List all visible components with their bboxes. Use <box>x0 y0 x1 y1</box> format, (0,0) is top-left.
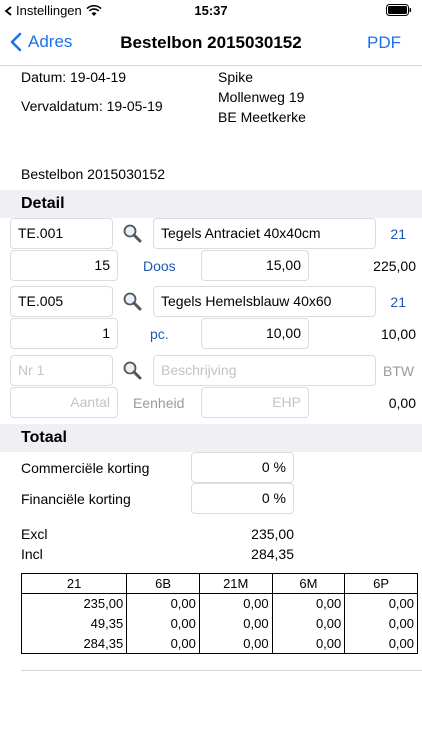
datum: Datum: 19-04-19 <box>21 69 127 85</box>
vat-cell: 0,00 <box>271 613 346 634</box>
commercial-discount-label: Commerciële korting <box>21 460 150 476</box>
vat-header-cell: 6P <box>344 573 418 594</box>
address-city: BE Meetkerke <box>218 109 306 125</box>
vervaldatum: Vervaldatum: 19-05-19 <box>21 98 163 114</box>
vat-cell: 0,00 <box>344 613 418 634</box>
incl-label: Incl <box>21 546 43 562</box>
vat-row-incl: 284,35 0,00 0,00 0,00 0,00 <box>20 633 418 654</box>
line2-unit[interactable]: pc. <box>150 326 169 342</box>
vat-cell: 0,00 <box>344 593 418 614</box>
vat-row-excl: 235,00 0,00 0,00 0,00 0,00 <box>20 593 418 614</box>
vat-cell: 0,00 <box>198 593 273 614</box>
line1-unit[interactable]: Doos <box>143 258 176 274</box>
vat-cell: 235,00 <box>20 593 128 614</box>
line1-quantity-field[interactable]: 15 <box>10 250 118 281</box>
pdf-button[interactable]: PDF <box>367 33 401 53</box>
status-right <box>386 4 412 16</box>
commercial-discount-field[interactable]: 0 % <box>191 452 294 483</box>
vat-table: 21 6B 21M 6M 6P 235,00 0,00 0,00 0,00 0,… <box>20 573 418 654</box>
financial-discount-label: Financiële korting <box>21 491 131 507</box>
vat-cell: 0,00 <box>271 633 346 654</box>
line2-description-field[interactable]: Tegels Hemelsblauw 40x60 <box>153 286 376 317</box>
vat-header-cell: 21M <box>198 573 273 594</box>
incl-value: 284,35 <box>251 546 294 562</box>
line2-quantity-field[interactable]: 1 <box>10 318 118 349</box>
vat-header-cell: 6B <box>126 573 200 594</box>
new-line-price-field[interactable]: EHP <box>201 387 309 418</box>
bottom-divider <box>21 670 422 671</box>
status-time: 15:37 <box>194 3 228 18</box>
new-line-search-icon[interactable] <box>122 360 142 380</box>
line1-code-field[interactable]: TE.001 <box>10 218 113 249</box>
vat-cell: 49,35 <box>20 613 128 634</box>
navigation-bar: Adres Bestelbon 2015030152 PDF <box>0 22 422 66</box>
vat-row-tax: 49,35 0,00 0,00 0,00 0,00 <box>20 613 418 634</box>
line1-search-icon[interactable] <box>122 223 142 243</box>
vat-header-cell: 6M <box>271 573 346 594</box>
battery-icon <box>386 4 412 16</box>
new-line-code-field[interactable]: Nr 1 <box>10 355 113 386</box>
order-reference: Bestelbon 2015030152 <box>21 166 166 182</box>
excl-label: Excl <box>21 526 48 542</box>
vat-cell: 0,00 <box>198 613 273 634</box>
line2-search-icon[interactable] <box>122 291 142 311</box>
excl-value: 235,00 <box>251 526 294 542</box>
vat-cell: 0,00 <box>271 593 346 614</box>
vat-cell: 284,35 <box>20 633 128 654</box>
vat-header-cell: 21 <box>20 573 128 594</box>
vat-header-row: 21 6B 21M 6M 6P <box>20 573 418 594</box>
line1-description-field[interactable]: Tegels Antraciet 40x40cm <box>153 218 376 249</box>
address-street: Mollenweg 19 <box>218 89 305 105</box>
line1-total: 225,00 <box>373 258 416 274</box>
line2-code-field[interactable]: TE.005 <box>10 286 113 317</box>
page-title: Bestelbon 2015030152 <box>120 33 302 52</box>
vat-cell: 0,00 <box>126 633 200 654</box>
detail-section-header: Detail <box>0 190 422 218</box>
financial-discount-field[interactable]: 0 % <box>191 483 294 514</box>
new-line-btw[interactable]: BTW <box>383 363 414 379</box>
vat-cell: 0,00 <box>198 633 273 654</box>
address-name: Spike <box>218 69 254 85</box>
vat-cell: 0,00 <box>126 593 200 614</box>
new-line-quantity-field[interactable]: Aantal <box>10 387 118 418</box>
vat-cell: 0,00 <box>344 633 418 654</box>
new-line-total: 0,00 <box>388 395 416 411</box>
line2-total: 10,00 <box>380 326 416 342</box>
new-line-description-field[interactable]: Beschrijving <box>153 355 376 386</box>
totaal-section-header: Totaal <box>0 424 422 452</box>
status-bar: Instellingen 15:37 <box>0 0 422 22</box>
line2-btw[interactable]: 21 <box>386 294 406 310</box>
line1-btw[interactable]: 21 <box>386 226 406 242</box>
vat-cell: 0,00 <box>126 613 200 634</box>
line2-price-field[interactable]: 10,00 <box>201 318 309 349</box>
line1-price-field[interactable]: 15,00 <box>201 250 309 281</box>
new-line-unit[interactable]: Eenheid <box>133 395 184 411</box>
